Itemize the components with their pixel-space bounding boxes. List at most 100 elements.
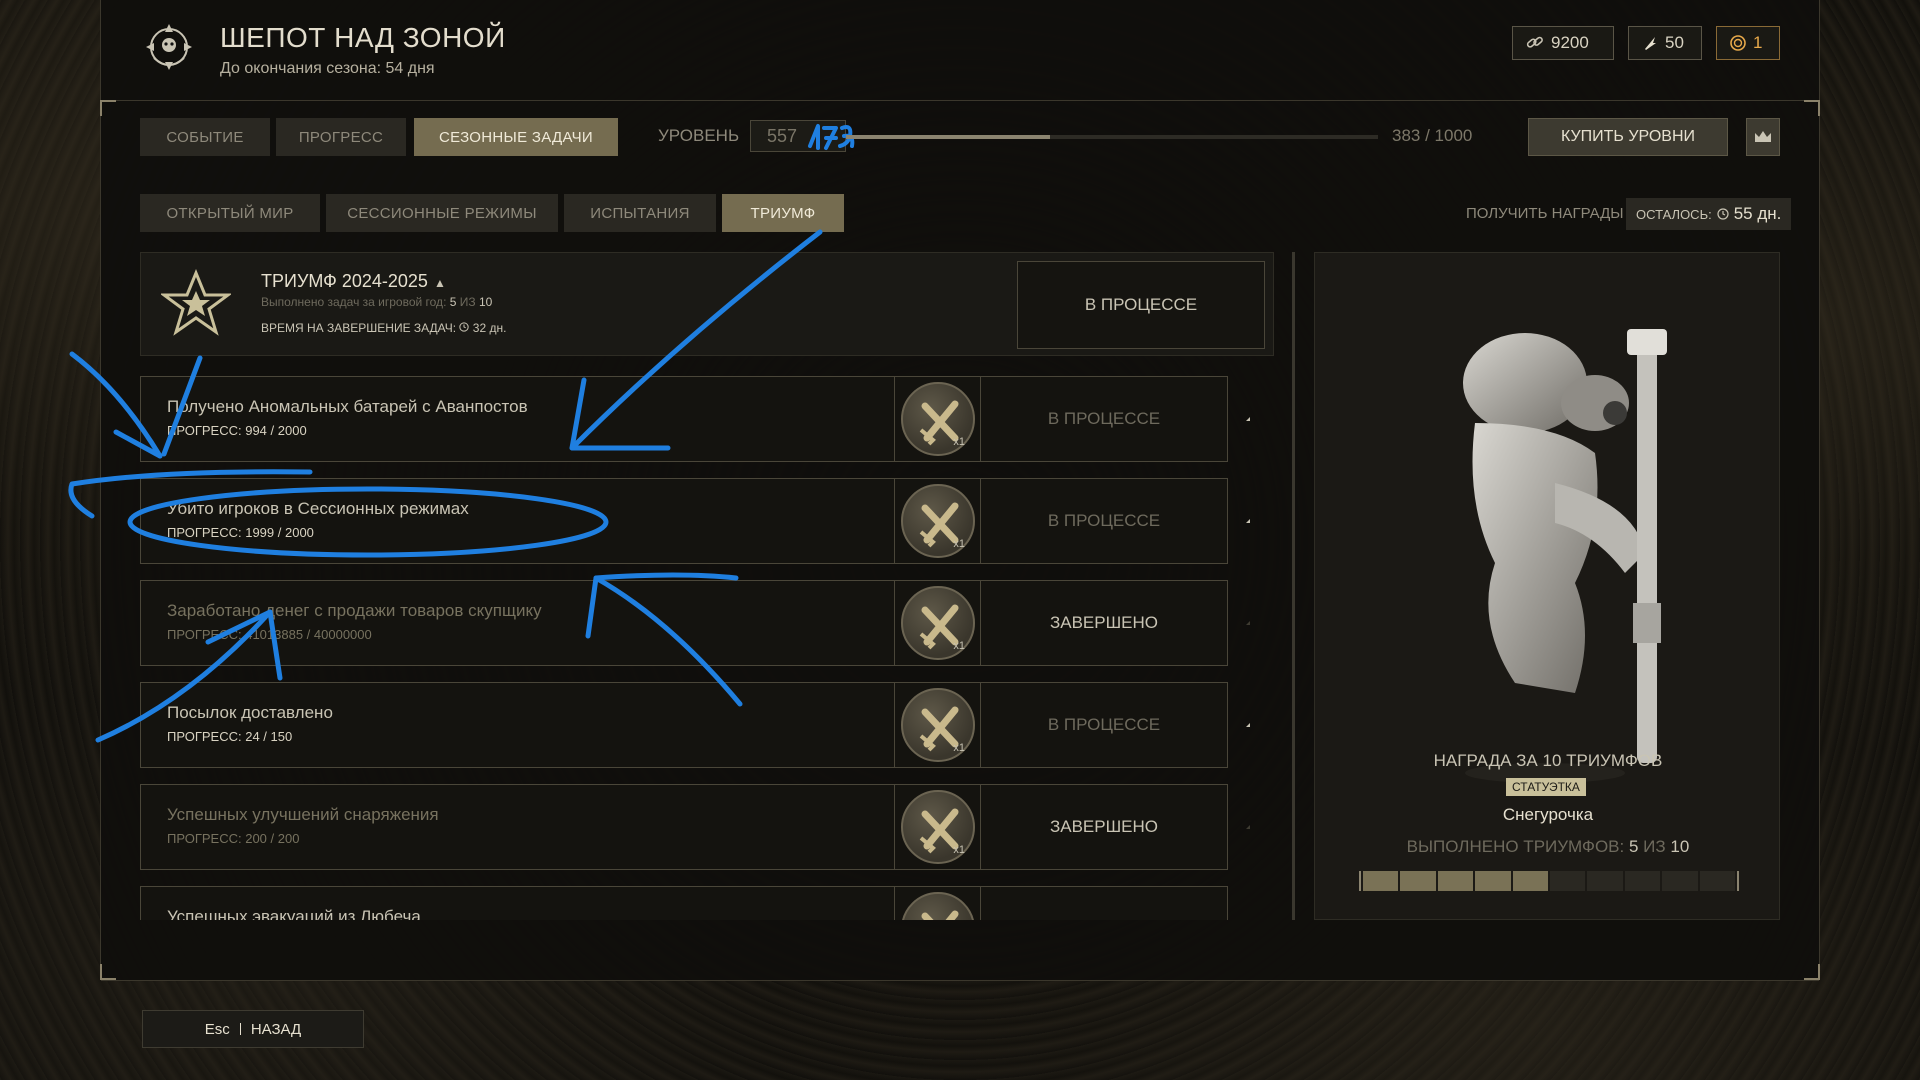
task-progress: ПРОГРЕСС: 200 / 200	[167, 831, 300, 846]
reward-panel: НАГРАДА ЗА 10 ТРИУМФОВ СТАТУЭТКА Снегуро…	[1314, 252, 1780, 920]
reward-done-of: ИЗ	[1643, 837, 1666, 856]
gold-coin-icon	[1730, 35, 1746, 51]
task-info: Посылок доставлено ПРОГРЕСС: 24 / 150	[140, 682, 895, 768]
reward-coin-icon: x1	[901, 688, 975, 762]
remaining-value: 55 дн.	[1733, 204, 1782, 223]
reward-name: Снегурочка	[1502, 805, 1594, 824]
task-row[interactable]: Заработано денег с продажи товаров скупщ…	[140, 580, 1250, 666]
triumph-done-count: Выполнено задач за игровой год: 5 ИЗ 10	[261, 295, 492, 309]
triumph-done-of: ИЗ	[459, 295, 476, 309]
task-name: Получено Аномальных батарей с Аванпостов	[167, 397, 528, 416]
reward-coin-icon	[901, 892, 975, 920]
task-row[interactable]: Убито игроков в Сессионных режимах ПРОГР…	[140, 478, 1250, 564]
level-label: УРОВЕНЬ	[658, 126, 740, 145]
separator	[239, 1023, 241, 1035]
tab-session-modes[interactable]: СЕССИОННЫЕ РЕЖИМЫ	[326, 194, 558, 232]
task-info: Заработано денег с продажи товаров скупщ…	[140, 580, 895, 666]
task-row[interactable]: Посылок доставлено ПРОГРЕСС: 24 / 150 x1…	[140, 682, 1250, 768]
header: ШЕПОТ НАД ЗОНОЙ До окончания сезона: 54 …	[140, 12, 1790, 82]
tab-trials[interactable]: ИСПЫТАНИЯ	[564, 194, 716, 232]
reward-done-total: 10	[1670, 837, 1690, 856]
triumph-title: ТРИУМФ 2024-2025 ▲	[261, 271, 446, 292]
reward-coin-icon: x1	[901, 484, 975, 558]
progress-segment	[1437, 871, 1474, 891]
buy-levels-button[interactable]: КУПИТЬ УРОВНИ	[1528, 118, 1728, 156]
task-reward[interactable]: x1	[894, 580, 982, 666]
currency-gold: 1	[1716, 26, 1780, 60]
task-reward[interactable]: x1	[894, 376, 982, 462]
task-row[interactable]: Получено Аномальных батарей с Аванпостов…	[140, 376, 1250, 462]
crossed-tools-icon	[919, 502, 959, 548]
pin-icon[interactable]	[1242, 408, 1250, 430]
currency-value: 9200	[1551, 33, 1589, 52]
feather-token-icon	[1645, 37, 1656, 50]
reward-quantity: x1	[953, 538, 965, 550]
task-name: Успешных улучшений снаряжения	[167, 805, 439, 824]
reward-coin-icon: x1	[901, 790, 975, 864]
task-row[interactable]: Успешных эвакуаций из Любеча	[140, 886, 1228, 920]
crossed-tools-icon	[919, 808, 959, 854]
task-info: Получено Аномальных батарей с Аванпостов…	[140, 376, 895, 462]
tab-event[interactable]: СОБЫТИЕ	[140, 118, 270, 156]
level-progress-fill	[846, 135, 1050, 139]
task-list-scrollbar[interactable]	[1292, 252, 1295, 920]
task-progress: ПРОГРЕСС: 41013885 / 40000000	[167, 627, 372, 642]
task-name: Успешных эвакуаций из Любеча	[167, 907, 421, 920]
collapse-triangle-icon[interactable]: ▲	[434, 276, 446, 290]
pin-icon[interactable]	[1242, 918, 1250, 920]
remaining-time: ОСТАЛОСЬ: 55 дн.	[1626, 198, 1792, 230]
task-reward[interactable]: x1	[894, 784, 982, 870]
pin-icon[interactable]	[1242, 612, 1250, 634]
task-name: Заработано денег с продажи товаров скупщ…	[167, 601, 542, 620]
task-progress: ПРОГРЕСС: 994 / 2000	[167, 423, 307, 438]
task-name: Посылок доставлено	[167, 703, 333, 722]
task-reward[interactable]: x1	[894, 478, 982, 564]
reward-done-value: 5	[1628, 837, 1639, 856]
reward-quantity: x1	[953, 742, 965, 754]
currency-value: 1	[1753, 33, 1763, 52]
back-label: НАЗАД	[250, 1020, 302, 1038]
task-status	[980, 886, 1228, 920]
get-rewards-link[interactable]: ПОЛУЧИТЬ НАГРАДЫ	[1466, 205, 1624, 222]
frame-corner	[1804, 100, 1820, 116]
progress-segment	[1363, 871, 1399, 891]
task-reward[interactable]	[894, 886, 982, 920]
pin-icon[interactable]	[1242, 714, 1250, 736]
statuette-figure-image	[1463, 329, 1667, 783]
task-progress: ПРОГРЕСС: 1999 / 2000	[167, 525, 314, 540]
reward-coin-icon: x1	[901, 586, 975, 660]
season-logo-icon	[146, 24, 192, 70]
reward-done-label: ВЫПОЛНЕНО ТРИУМФОВ:	[1406, 837, 1625, 856]
task-list: Получено Аномальных батарей с Аванпостов…	[140, 376, 1250, 920]
clock-icon	[1717, 208, 1729, 220]
task-info: Успешных эвакуаций из Любеча	[140, 886, 895, 920]
task-status: В ПРОЦЕССЕ	[980, 376, 1228, 462]
progress-segment	[1662, 871, 1698, 891]
tab-progress[interactable]: ПРОГРЕСС	[276, 118, 406, 156]
task-status: В ПРОЦЕССЕ	[980, 682, 1228, 768]
reward-quantity: x1	[953, 844, 965, 856]
frame-corner	[1804, 964, 1820, 980]
triumph-done-total: 10	[479, 295, 493, 309]
task-status: В ПРОЦЕССЕ	[980, 478, 1228, 564]
triumph-time-left: ВРЕМЯ НА ЗАВЕРШЕНИЕ ЗАДАЧ: 32 дн.	[261, 321, 506, 335]
tab-triumph[interactable]: ТРИУМФ	[722, 194, 844, 232]
tab-open-world[interactable]: ОТКРЫТЫЙ МИР	[140, 194, 320, 232]
reward-type-badge: СТАТУЭТКА	[1506, 778, 1586, 796]
task-status: ЗАВЕРШЕНО	[980, 784, 1228, 870]
pin-icon[interactable]	[1242, 816, 1250, 838]
premium-crown-button[interactable]	[1746, 118, 1780, 156]
tab-season-tasks[interactable]: СЕЗОННЫЕ ЗАДАЧИ	[414, 118, 618, 156]
currency-tokens: 50	[1628, 26, 1702, 60]
triumph-time-label: ВРЕМЯ НА ЗАВЕРШЕНИЕ ЗАДАЧ:	[261, 321, 457, 335]
task-row[interactable]: Успешных улучшений снаряжения ПРОГРЕСС: …	[140, 784, 1250, 870]
pin-icon[interactable]	[1242, 510, 1250, 532]
currency-value: 50	[1665, 33, 1684, 52]
reward-coin-icon: x1	[901, 382, 975, 456]
crown-icon	[1755, 131, 1771, 142]
back-button[interactable]: Esc НАЗАД	[142, 1010, 364, 1048]
task-reward[interactable]: x1	[894, 682, 982, 768]
crossed-tools-icon	[919, 604, 959, 650]
task-info: Успешных улучшений снаряжения ПРОГРЕСС: …	[140, 784, 895, 870]
progress-segment	[1699, 871, 1736, 891]
